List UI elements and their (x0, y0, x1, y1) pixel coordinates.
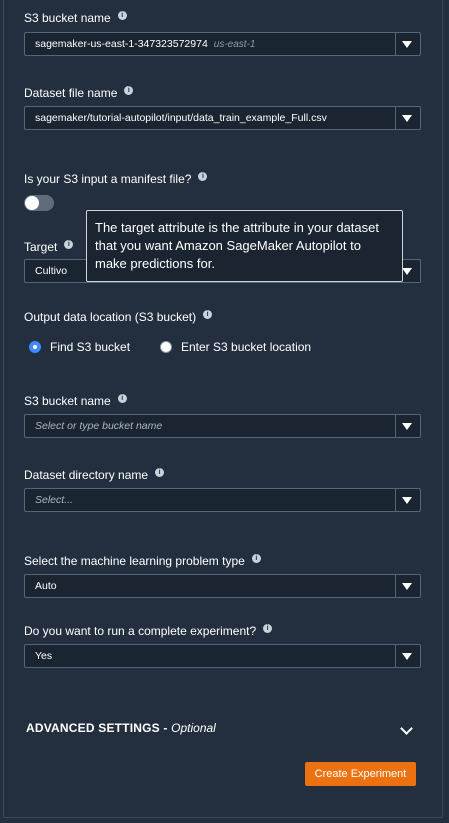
complete-experiment-value: Yes (35, 650, 53, 662)
manifest-label: Is your S3 input a manifest file? i (24, 171, 208, 186)
advanced-settings-title: ADVANCED SETTINGS - (26, 721, 168, 735)
radio-find-s3[interactable]: Find S3 bucket (29, 340, 130, 354)
output-location-label: Output data location (S3 bucket) i (24, 309, 213, 324)
dataset-dir-label: Dataset directory name i (24, 467, 165, 482)
caret-down-icon[interactable] (402, 41, 412, 48)
advanced-settings-optional: Optional (171, 721, 216, 735)
info-icon[interactable]: i (117, 393, 127, 403)
caret-down-icon[interactable] (402, 653, 412, 660)
dataset-file-select[interactable]: sagemaker/tutorial-autopilot/input/data_… (24, 106, 421, 130)
s3-bucket-select[interactable]: sagemaker-us-east-1-347323572974 us-east-… (24, 32, 421, 56)
complete-experiment-select[interactable]: Yes (24, 644, 421, 668)
info-icon[interactable]: i (64, 239, 74, 249)
info-icon[interactable]: i (263, 623, 273, 633)
select-divider (395, 107, 396, 129)
dataset-file-value: sagemaker/tutorial-autopilot/input/data_… (35, 112, 327, 124)
s3-bucket-value: sagemaker-us-east-1-347323572974 us-east-… (35, 38, 256, 50)
info-icon[interactable]: i (198, 171, 208, 181)
caret-down-icon[interactable] (402, 497, 412, 504)
problem-type-value: Auto (35, 580, 57, 592)
radio-enter-label: Enter S3 bucket location (181, 340, 312, 354)
create-experiment-button[interactable]: Create Experiment (305, 762, 416, 786)
info-icon[interactable]: i (124, 85, 134, 95)
select-divider (395, 415, 396, 437)
info-icon[interactable]: i (117, 10, 127, 20)
region-hint: us-east-1 (213, 39, 256, 50)
info-icon[interactable]: i (203, 309, 213, 319)
radio-find-label: Find S3 bucket (50, 340, 131, 354)
target-label: Target i (24, 239, 74, 254)
select-divider (395, 575, 396, 597)
output-bucket-select[interactable]: Select or type bucket name (24, 414, 421, 438)
s3-bucket-name-label: S3 bucket name i (24, 10, 127, 25)
complete-experiment-label: Do you want to run a complete experiment… (24, 623, 273, 638)
select-divider (395, 33, 396, 55)
target-value: Cultivo (35, 265, 68, 277)
advanced-settings-header[interactable]: ADVANCED SETTINGS - Optional (26, 721, 216, 735)
caret-down-icon[interactable] (402, 268, 412, 275)
radio-unselected-icon[interactable] (160, 341, 172, 353)
output-bucket-label: S3 bucket name i (24, 393, 127, 408)
dataset-dir-select[interactable]: Select... (24, 488, 421, 512)
info-icon[interactable]: i (155, 467, 165, 477)
radio-enter-s3[interactable]: Enter S3 bucket location (160, 340, 311, 354)
problem-type-select[interactable]: Auto (24, 574, 421, 598)
dataset-file-label: Dataset file name i (24, 85, 134, 100)
caret-down-icon[interactable] (402, 423, 412, 430)
select-divider (395, 489, 396, 511)
dataset-dir-placeholder: Select... (35, 494, 73, 506)
toggle-knob (25, 196, 39, 210)
info-icon[interactable]: i (251, 553, 261, 563)
caret-down-icon[interactable] (402, 583, 412, 590)
radio-selected-icon[interactable] (29, 341, 41, 353)
output-bucket-placeholder: Select or type bucket name (35, 420, 163, 432)
caret-down-icon[interactable] (402, 115, 412, 122)
target-tooltip: The target attribute is the attribute in… (86, 210, 403, 282)
problem-type-label: Select the machine learning problem type… (24, 553, 261, 568)
select-divider (395, 645, 396, 667)
manifest-toggle[interactable] (24, 195, 54, 211)
